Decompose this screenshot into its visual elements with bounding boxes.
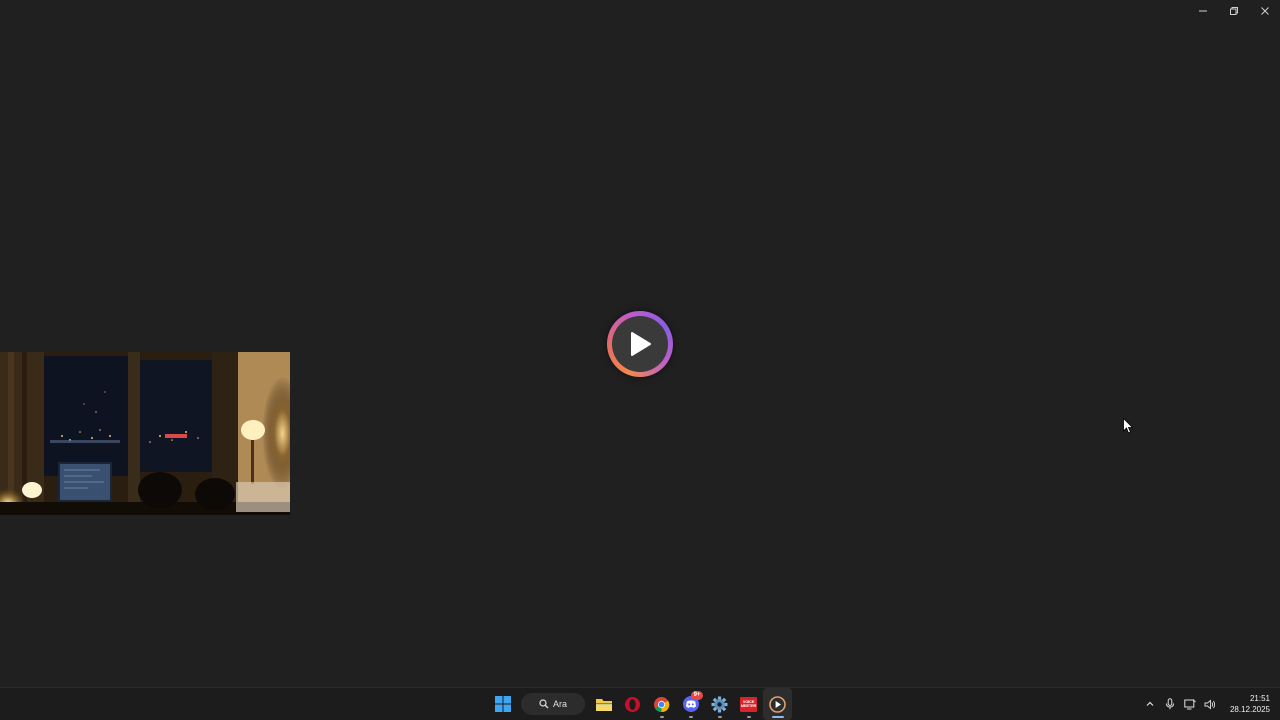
microphone-button[interactable] [1160,688,1180,720]
network-icon [1184,698,1196,709]
clock-date: 28.12.2025 [1229,705,1270,714]
restore-icon [1229,7,1238,15]
gear-icon [711,696,728,712]
clock-time: 21:51 [1249,694,1270,703]
opera-icon [625,696,640,712]
voicemeeter-label-bottom: MEETER [740,703,757,708]
volume-button[interactable] [1200,688,1220,720]
start-button[interactable] [488,688,517,720]
close-icon [1260,7,1269,15]
play-circle-icon [769,695,786,713]
search-placeholder: Ara [552,699,567,709]
system-tray: 21:51 28.12.2025 [1140,688,1270,720]
desktop [0,0,1280,688]
night-room-scene-image [0,352,290,515]
search-icon [539,699,549,709]
show-hidden-icons-button[interactable] [1140,688,1160,720]
minimize-icon [1198,10,1207,12]
taskbar-clock[interactable]: 21:51 28.12.2025 [1226,693,1270,715]
microphone-icon [1166,698,1174,710]
taskbar-voicemeeter[interactable]: VOICE MEETER [734,688,763,720]
taskbar-opera[interactable] [618,688,647,720]
running-indicator [688,716,693,718]
active-indicator [771,716,784,718]
taskbar-discord[interactable]: 9+ [676,688,705,720]
discord-notification-badge: 9+ [691,691,703,700]
running-indicator [746,716,751,718]
taskbar-settings-app[interactable] [705,688,734,720]
close-button[interactable] [1249,0,1280,22]
running-indicator [659,716,664,718]
play-button-inner [612,316,668,372]
running-indicator [717,716,722,718]
minimize-button[interactable] [1187,0,1218,22]
folder-icon [595,698,612,711]
restore-button[interactable] [1218,0,1249,22]
window-controls [1187,0,1280,22]
taskbar: Ara 9+ VOICE MEETER 21:51 28.12.2025 [0,687,1280,720]
taskbar-chrome[interactable] [647,688,676,720]
taskbar-file-explorer[interactable] [589,688,618,720]
taskbar-media-player[interactable] [763,688,792,720]
chrome-icon [654,696,670,712]
chevron-up-icon [1146,701,1154,706]
video-thumbnail[interactable] [0,352,290,515]
voicemeeter-icon: VOICE MEETER [740,696,757,712]
speaker-icon [1204,699,1216,709]
windows-logo-icon [494,696,511,712]
mouse-cursor-icon [1123,418,1133,434]
play-button[interactable] [607,311,673,377]
play-icon [631,332,651,356]
taskbar-search-box[interactable]: Ara [521,693,585,715]
network-button[interactable] [1180,688,1200,720]
taskbar-apps: Ara 9+ VOICE MEETER [488,688,792,720]
